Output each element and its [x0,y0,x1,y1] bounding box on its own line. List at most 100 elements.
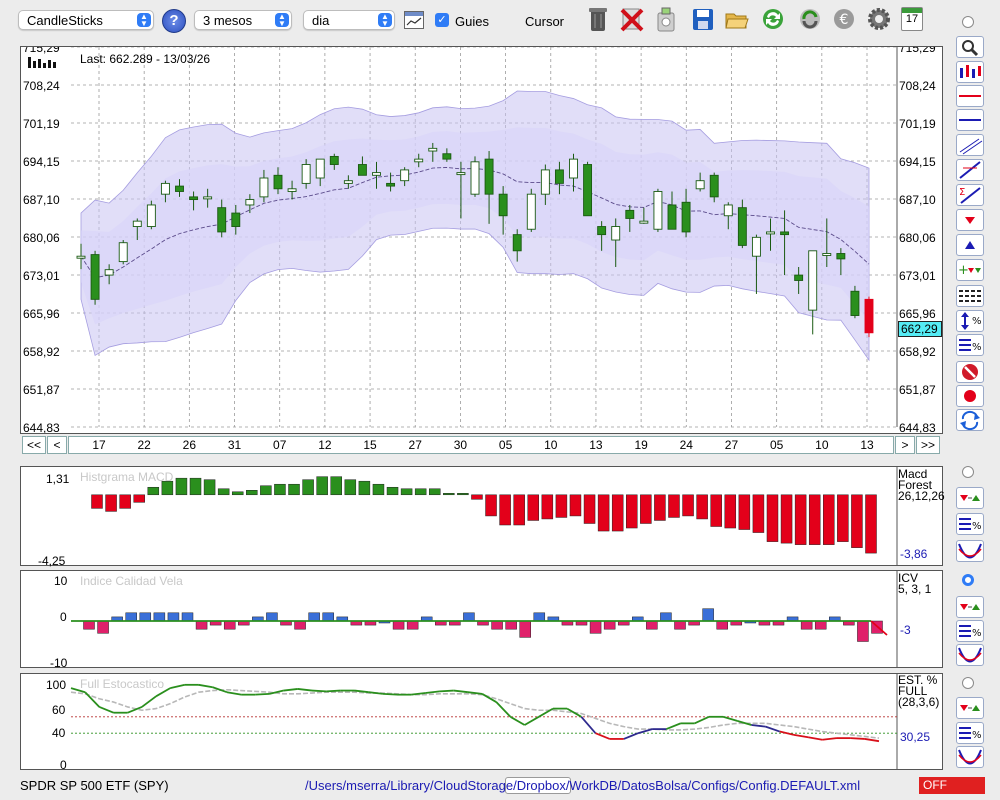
x-tick-label: 05 [770,438,784,452]
icv-bar [814,620,827,630]
icv-bar [195,620,208,630]
macd-bar [386,486,399,496]
symbol-name: SPDR SP 500 ETF (SPY) [20,778,169,793]
help-button[interactable]: ? [162,9,186,33]
macd-bar [147,486,160,496]
icv-bar [660,612,672,622]
fibonacci-button[interactable]: Σ [956,184,984,206]
lines-percent-icon: % [959,339,982,353]
stoch-k-segment [751,724,766,728]
stoch-curve-button[interactable] [956,746,984,768]
icv-bar [308,612,320,622]
icv-curve-button[interactable] [956,644,984,666]
off-status-button[interactable]: OFF [919,777,985,794]
nav-last-button[interactable]: >> [916,436,940,454]
macd-bar [597,494,610,532]
hline-blue-button[interactable] [956,109,984,131]
icv-bar [294,620,306,630]
candle-body [653,191,663,230]
remove-all-button[interactable] [956,361,984,383]
x-tick-label: 30 [454,438,468,452]
stoch-lines-percent-button[interactable]: % [956,722,984,744]
macd-bar [527,494,540,521]
interval-select[interactable]: dia ▲ ▼ [303,10,395,30]
stoch-k-segment [595,732,611,740]
stoch-k-segment [509,716,526,726]
candle-body [273,174,283,190]
stoch-k-segment [439,689,454,693]
icv-bar [406,620,419,630]
date-axis-svg: 17 22 26 31 07 12 15 27 30 05 10 13 19 24 27 05 10 13 [92,438,874,452]
trendline-button[interactable] [956,159,984,181]
clean-icon[interactable] [653,5,679,33]
icv-bar [167,612,180,622]
candle-body [132,220,142,227]
icv-arrows-button[interactable] [956,596,984,618]
save-icon[interactable] [690,5,716,33]
icv-panel-radio[interactable] [962,574,974,586]
fibonacci-icon: Σ [959,187,981,204]
icv-params: 5, 3, 1 [898,582,932,596]
arrow-down-button[interactable] [956,209,984,231]
candle-body [667,204,677,230]
macd-panel-radio[interactable] [962,466,974,478]
calendar-icon[interactable]: 17 [901,7,923,31]
nav-prev-button[interactable]: < [47,436,67,454]
nav-first-button[interactable]: << [22,436,46,454]
macd-bar [471,494,483,500]
stoch-panel-radio[interactable] [962,677,974,689]
y-tick-label-left: 687,10 [23,193,60,207]
main-panel-radio[interactable] [962,16,974,28]
macd-bar [302,479,314,496]
date-axis-bar[interactable]: 17 22 26 31 07 12 15 27 30 05 10 13 19 24 27 05 10 13 [68,436,894,454]
arrow-up-button[interactable] [956,234,984,256]
lines-percent-button[interactable]: % [956,334,984,356]
candle-body [498,193,508,217]
scale-percent-button[interactable]: % [956,310,984,332]
price-chart-panel[interactable]: 715,29 715,29 708,24 708,24 701,19 701,19 694,… [20,41,943,435]
open-folder-icon[interactable] [724,5,750,33]
svg-text:%: % [972,342,982,353]
svg-text:%: % [972,628,982,639]
guides-label: Guies [455,14,489,29]
icv-y-mid: 0 [60,610,67,624]
stoch-arrows-button[interactable] [956,697,984,719]
magnifier-icon [962,40,979,57]
trash-icon[interactable] [585,5,611,33]
icv-bar [505,620,517,630]
sync-icon[interactable] [797,5,823,33]
period-select[interactable]: 3 mesos ▲ ▼ [194,10,292,30]
zoom-button[interactable] [956,36,984,58]
candle-body [625,209,635,219]
icv-bar [153,612,166,622]
euro-icon[interactable]: € [831,5,857,33]
arrow-down-red-icon [965,217,975,224]
icv-lines-percent-button[interactable]: % [956,620,984,642]
macd-curve-button[interactable] [956,540,984,562]
dashed-lines-button[interactable] [956,285,984,307]
refresh-icon[interactable] [760,5,786,33]
stoch-k-segment [297,688,313,692]
record-button[interactable] [956,385,984,407]
macd-bar [231,491,244,496]
y-tick-label-right: 701,19 [899,117,936,131]
icv-bar [83,620,95,630]
reload-button[interactable] [956,409,984,431]
chart-window-icon[interactable] [404,11,424,29]
macd-arrows-button[interactable] [956,487,984,509]
nav-next-button[interactable]: > [895,436,915,454]
channel-button[interactable] [956,134,984,156]
config-path-link[interactable]: /Users/mserra/Library/CloudStorage/Dropb… [305,778,860,793]
candle-body [808,250,818,311]
macd-bar [414,488,427,496]
settings-icon[interactable] [866,5,892,33]
add-arrows-button[interactable]: + [956,259,984,281]
hline-red-button[interactable] [956,85,984,107]
macd-lines-percent-button[interactable]: % [956,513,984,535]
svg-text:€: € [840,12,849,28]
stoch-k-segment [495,701,512,718]
chart-type-select[interactable]: CandleSticks ▲ ▼ [18,10,154,30]
guides-checkbox[interactable]: ✓ [435,13,449,27]
delete-icon[interactable] [619,5,645,33]
candle-chart-button[interactable] [956,61,984,83]
